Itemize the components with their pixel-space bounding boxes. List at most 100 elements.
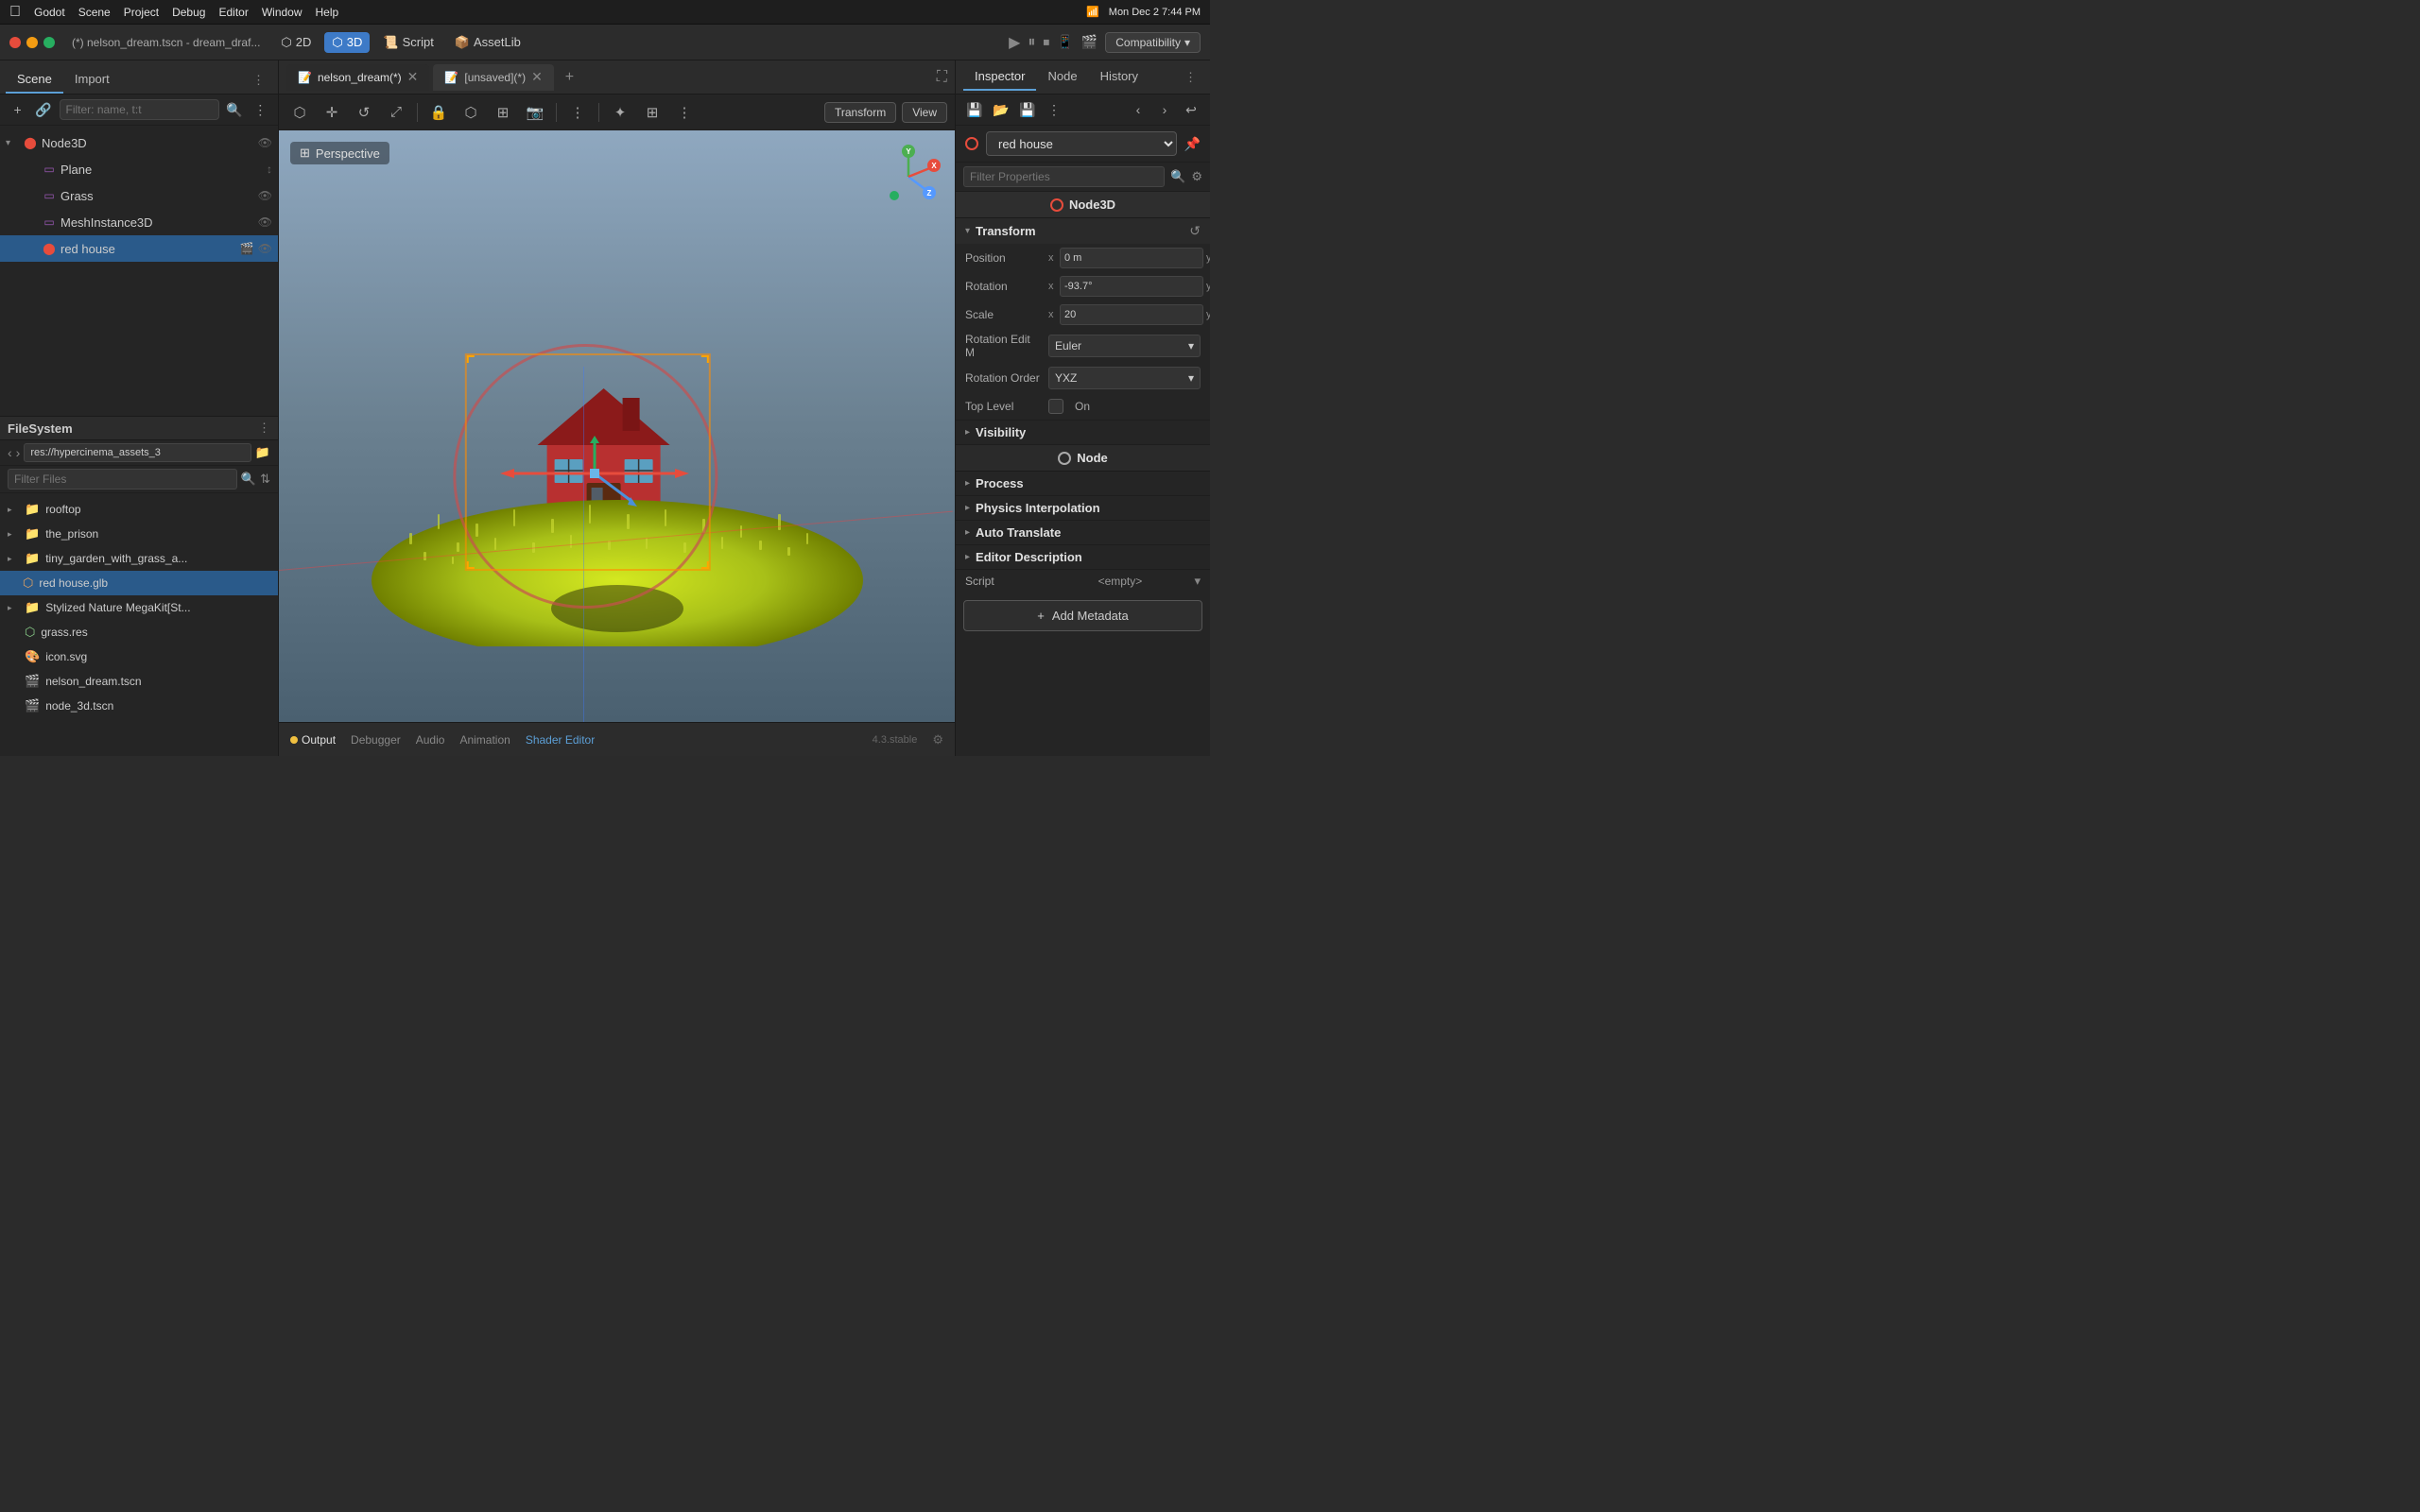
transform-header[interactable]: ▾ Transform ↺ [956,218,1210,244]
output-tab[interactable]: Output [290,733,336,747]
search-icon[interactable]: 🔍 [241,472,256,487]
editor-tab-unsaved[interactable]: 📝 [unsaved](*) ✕ [433,64,553,91]
more-btn[interactable]: ⋮ [1043,98,1065,121]
tree-item-grass[interactable]: ▭ Grass 👁 [0,182,278,209]
scale-tool[interactable]: ⤢ [383,99,409,126]
editor-desc-header[interactable]: ▸ Editor Description [956,545,1210,569]
fs-item-garden[interactable]: ▸ 📁 tiny_garden_with_grass_a... [0,546,278,571]
close-btn[interactable] [9,37,21,48]
menu-project[interactable]: Project [124,6,159,19]
editor-tab-nelson[interactable]: 📝 nelson_dream(*) ✕ [286,64,429,91]
fs-filter-input[interactable] [8,469,237,490]
tab-close-btn[interactable]: ✕ [407,69,419,85]
reset-transform-btn[interactable]: ↺ [1189,223,1201,239]
rot-x-input[interactable] [1060,276,1203,297]
menu-help[interactable]: Help [316,6,339,19]
rot-order-dropdown[interactable]: YXZ ▾ [1048,367,1201,389]
add-node-btn[interactable]: + [8,98,27,121]
menu-godot[interactable]: Godot [34,6,65,19]
visibility-icon[interactable]: ↕ [267,163,272,176]
menu-scene[interactable]: Scene [78,6,111,19]
import-tab[interactable]: Import [63,66,121,94]
pause-btn[interactable]: ⏸ [1028,34,1035,51]
mode-2d-tab[interactable]: ⬡ 2D [273,32,319,53]
add-metadata-btn[interactable]: + Add Metadata [963,600,1202,631]
add-tab-btn[interactable]: + [558,69,581,86]
history-btn[interactable]: ↩ [1180,98,1202,121]
fs-item-rooftop[interactable]: ▸ 📁 rooftop [0,497,278,522]
search-icon[interactable]: 🔍 [1170,169,1185,184]
visibility-icon[interactable]: 👁 [258,136,272,149]
scene-panel-menu[interactable]: ⋮ [245,67,272,94]
settings-btn[interactable]: ⋮ [671,99,698,126]
sort-icon[interactable]: ⇅ [260,472,270,487]
debugger-tab[interactable]: Debugger [351,733,401,747]
menu-window[interactable]: Window [262,6,302,19]
fs-item-grass-res[interactable]: ▸ ⬡ grass.res [0,620,278,644]
filter-options-icon[interactable]: ⚙ [1191,169,1202,184]
stop-btn[interactable]: ⏹ [1043,34,1049,50]
back-btn[interactable]: ‹ [1127,98,1150,121]
maximize-btn[interactable] [43,37,55,48]
apple-menu[interactable]:  [9,4,21,21]
fs-item-red-house-glb[interactable]: ⬡ red house.glb [0,571,278,595]
tree-item-meshinstance[interactable]: ▭ MeshInstance3D 👁 [0,209,278,235]
remote-btn[interactable]: 📱 [1057,34,1073,50]
tree-item-plane[interactable]: ▭ Plane ↕ [0,156,278,182]
fs-item-nelson-tscn[interactable]: ▸ 🎬 nelson_dream.tscn [0,669,278,694]
assetlib-tab[interactable]: 📦 AssetLib [447,32,528,53]
more-btn[interactable]: ⋮ [564,99,591,126]
movie-btn[interactable]: 🎬 [1081,34,1098,50]
options-btn[interactable]: ⋮ [251,98,270,121]
rotate-tool[interactable]: ↺ [351,99,377,126]
auto-translate-header[interactable]: ▸ Auto Translate [956,521,1210,544]
pin-btn[interactable]: 📌 [1184,136,1201,152]
snap-btn[interactable]: ⊞ [490,99,516,126]
audio-tab[interactable]: Audio [416,733,445,747]
menu-editor[interactable]: Editor [218,6,248,19]
compat-selector[interactable]: Compatibility ▾ [1105,32,1201,53]
fs-folder-icon[interactable]: 📁 [255,445,270,460]
animation-tab[interactable]: Animation [459,733,510,747]
node-section-header[interactable]: Node [956,445,1210,472]
grid-btn[interactable]: ⊞ [639,99,666,126]
load-btn[interactable]: 📂 [990,98,1012,121]
scene-link-icon[interactable]: 🎬 [240,242,254,255]
transform-btn[interactable]: Transform [824,102,896,123]
pos-x-input[interactable] [1060,248,1203,268]
fs-item-node3d-tscn[interactable]: ▸ 🎬 node_3d.tscn [0,694,278,718]
viewport-3d[interactable]: ⊞ Perspective Y Z X [279,130,955,722]
script-dropdown-btn[interactable]: ▾ [1194,574,1201,589]
fs-item-prison[interactable]: ▸ 📁 the_prison [0,522,278,546]
filter-props-input[interactable] [963,166,1165,187]
search-icon[interactable]: 🔍 [225,98,245,121]
fs-menu-btn[interactable]: ⋮ [258,421,270,436]
inspector-menu-btn[interactable]: ⋮ [1179,66,1202,89]
scene-tab[interactable]: Scene [6,66,63,94]
visibility-header[interactable]: ▸ Visibility [956,421,1210,444]
perspective-label[interactable]: ⊞ Perspective [290,142,389,164]
select-tool[interactable]: ⬡ [286,99,313,126]
fs-item-stylized[interactable]: ▸ 📁 Stylized Nature MegaKit[St... [0,595,278,620]
minimize-btn[interactable] [26,37,38,48]
fs-back-btn[interactable]: ‹ [8,445,12,460]
view-btn[interactable]: View [902,102,947,123]
top-level-checkbox[interactable] [1048,399,1063,414]
rot-edit-dropdown[interactable]: Euler ▾ [1048,335,1201,357]
visibility-icon[interactable]: 👁 [258,242,272,255]
group-btn[interactable]: ⬡ [458,99,484,126]
mode-3d-tab[interactable]: ⬡ 3D [324,32,370,53]
camera-btn[interactable]: 📷 [522,99,548,126]
play-btn[interactable]: ▶ [1009,33,1020,52]
node-name-select[interactable]: red house [986,131,1177,156]
forward-btn[interactable]: › [1153,98,1176,121]
save-scene-btn[interactable]: 💾 [963,98,986,121]
process-header[interactable]: ▸ Process [956,472,1210,495]
fullscreen-btn[interactable]: ⛶ [937,69,947,86]
lock-btn[interactable]: 🔒 [425,99,452,126]
menu-debug[interactable]: Debug [172,6,205,19]
scale-x-input[interactable] [1060,304,1203,325]
filter-input[interactable] [60,99,219,120]
tree-item-node3d[interactable]: ▾ ⬤ Node3D 👁 [0,129,278,156]
inspector-tab[interactable]: Inspector [963,63,1036,91]
